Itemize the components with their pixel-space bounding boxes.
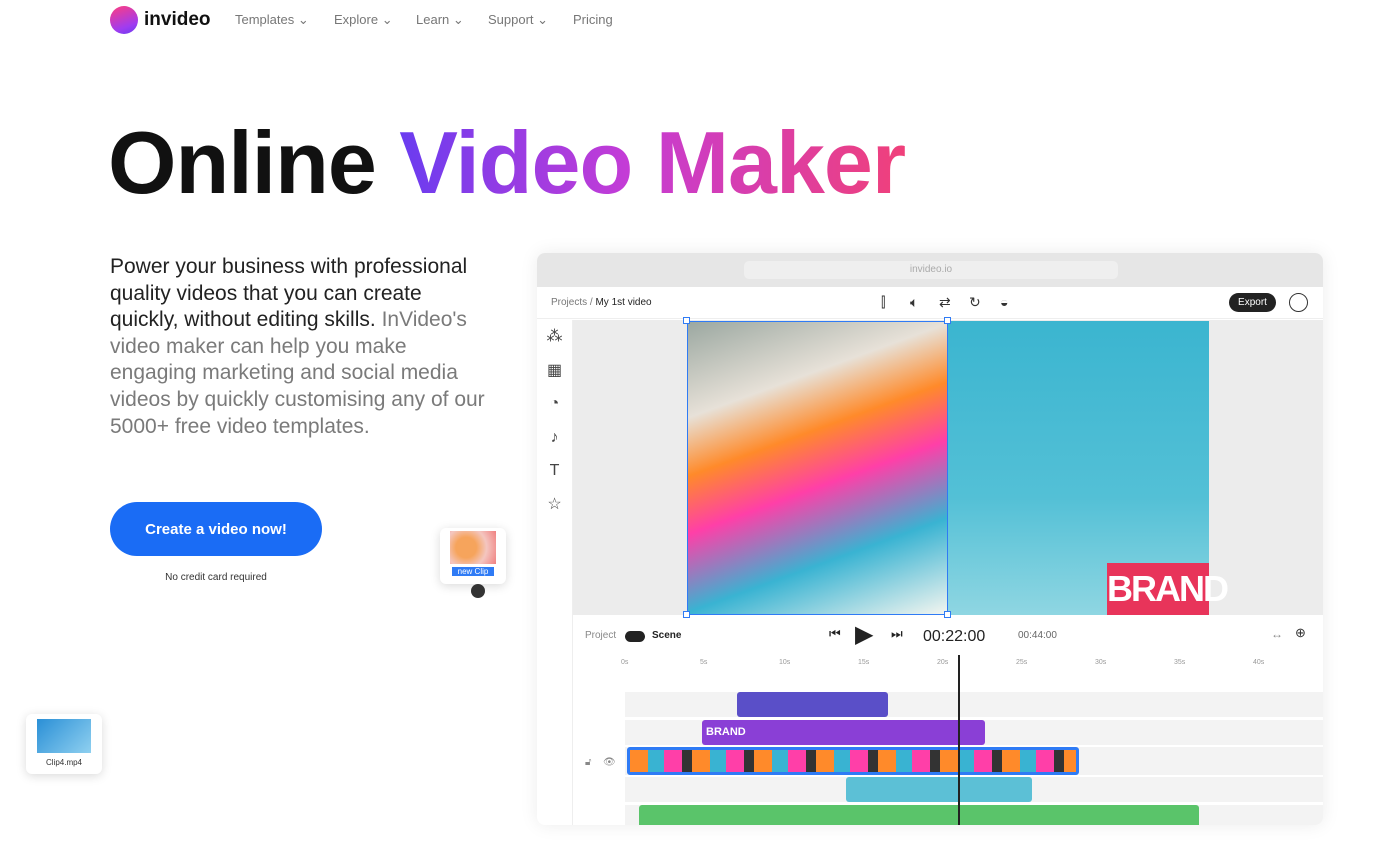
opacity-icon[interactable]: ◒ [1000, 294, 1008, 310]
editor-preview: invideo.io Projects / My 1st video ⫿ 🔈︎ … [537, 253, 1323, 825]
color-icon[interactable]: ◔ [537, 387, 572, 421]
audio-clip[interactable] [639, 805, 1199, 825]
shoes-clip[interactable] [846, 777, 1032, 802]
clip4-label: Clip4.mp4 [45, 758, 82, 767]
clip4-file[interactable]: Clip4.mp4 [26, 714, 102, 774]
canvas[interactable]: BRAND [573, 317, 1323, 618]
fit-icon[interactable]: ↔ [1271, 627, 1283, 641]
nav-support[interactable]: Support ⌄ [488, 12, 548, 28]
rotate-icon[interactable]: ↻ [969, 294, 981, 311]
track [625, 747, 1323, 775]
playhead[interactable] [958, 655, 960, 825]
track: BRAND [625, 720, 1323, 745]
page-title: Online Video Maker [108, 113, 906, 212]
skip-back-icon[interactable]: ⏮ [829, 626, 841, 642]
star-icon[interactable]: ☆ [537, 488, 572, 522]
logo-text: invideo [144, 9, 211, 30]
media-icon[interactable]: ▦ [537, 354, 572, 388]
breadcrumb-projects[interactable]: Projects [551, 297, 587, 308]
create-video-button[interactable]: Create a video now! [110, 502, 322, 556]
ruler-tick: 15s [858, 659, 870, 666]
layout-icon[interactable]: ⁂ [537, 320, 572, 354]
track [625, 805, 1323, 825]
selection-box[interactable] [687, 321, 948, 615]
volume-icon[interactable]: 🔈︎ [910, 294, 918, 311]
ruler-tick: 40s [1253, 659, 1265, 666]
editor-sidebar: ⁂ ▦ ◔ ♪ T ☆ [537, 320, 573, 825]
ruler-tick: 30s [1095, 659, 1107, 666]
ruler-tick: 20s [937, 659, 949, 666]
new-clip-drag[interactable]: new Clip [440, 528, 506, 584]
logo-icon [110, 6, 138, 34]
track [625, 777, 1323, 802]
project-label: Project [585, 630, 617, 641]
video-clip-selected[interactable] [627, 747, 1079, 775]
export-button[interactable]: Export [1229, 293, 1276, 312]
user-avatar-icon[interactable] [1289, 293, 1308, 312]
nav-templates[interactable]: Templates ⌄ [235, 12, 309, 28]
breadcrumb: Projects / My 1st video [551, 297, 652, 308]
shoes-image[interactable]: BRAND [948, 321, 1229, 615]
sticker-clip[interactable] [737, 692, 888, 717]
lock-icon[interactable]: 🔓︎ [585, 757, 591, 768]
resize-handle[interactable] [683, 317, 690, 324]
cursor-icon [471, 584, 485, 598]
nav-explore[interactable]: Explore ⌄ [334, 12, 393, 28]
current-time: 00:22:00 [923, 628, 986, 645]
timeline: Project Scene ⏮ ▶ ⏭ 00:22:00 00:44:00 ↔ … [573, 615, 1323, 825]
nav-learn[interactable]: Learn ⌄ [416, 12, 464, 28]
new-clip-thumbnail [450, 531, 496, 564]
ruler-tick: 35s [1174, 659, 1186, 666]
project-scene-toggle[interactable] [625, 631, 645, 642]
brand-clip[interactable]: BRAND [702, 720, 985, 745]
new-clip-label: new Clip [452, 567, 494, 576]
logo[interactable]: invideo [110, 6, 211, 34]
split-icon[interactable]: ⫿ [881, 294, 885, 311]
play-icon[interactable]: ▶ [855, 620, 873, 649]
breadcrumb-current: My 1st video [595, 297, 652, 308]
brand-logo: BRAND [1107, 563, 1229, 615]
nav-pricing[interactable]: Pricing [573, 12, 613, 27]
ruler-tick: 10s [779, 659, 791, 666]
no-credit-card-note: No credit card required [165, 572, 267, 583]
music-icon[interactable]: ♪ [537, 421, 572, 455]
ruler-tick: 5s [700, 659, 708, 666]
scene-label: Scene [652, 630, 682, 641]
total-time: 00:44:00 [1018, 630, 1057, 641]
zoom-in-icon[interactable]: ⊕ [1295, 625, 1306, 641]
ruler-tick: 25s [1016, 659, 1028, 666]
resize-handle[interactable] [944, 317, 951, 324]
skip-forward-icon[interactable]: ⏭ [891, 626, 903, 642]
text-icon[interactable]: T [537, 454, 572, 488]
swap-icon[interactable]: ⇄ [939, 294, 951, 311]
ruler-tick: 0s [621, 659, 629, 666]
url-bar: invideo.io [744, 261, 1118, 279]
top-nav: invideo Templates ⌄ Explore ⌄ Learn ⌄ Su… [0, 0, 1378, 40]
clip4-thumbnail [37, 719, 91, 753]
track [625, 692, 1323, 717]
eye-icon[interactable]: 👁︎ [603, 757, 616, 768]
hero-description: Power your business with professional qu… [110, 255, 485, 438]
